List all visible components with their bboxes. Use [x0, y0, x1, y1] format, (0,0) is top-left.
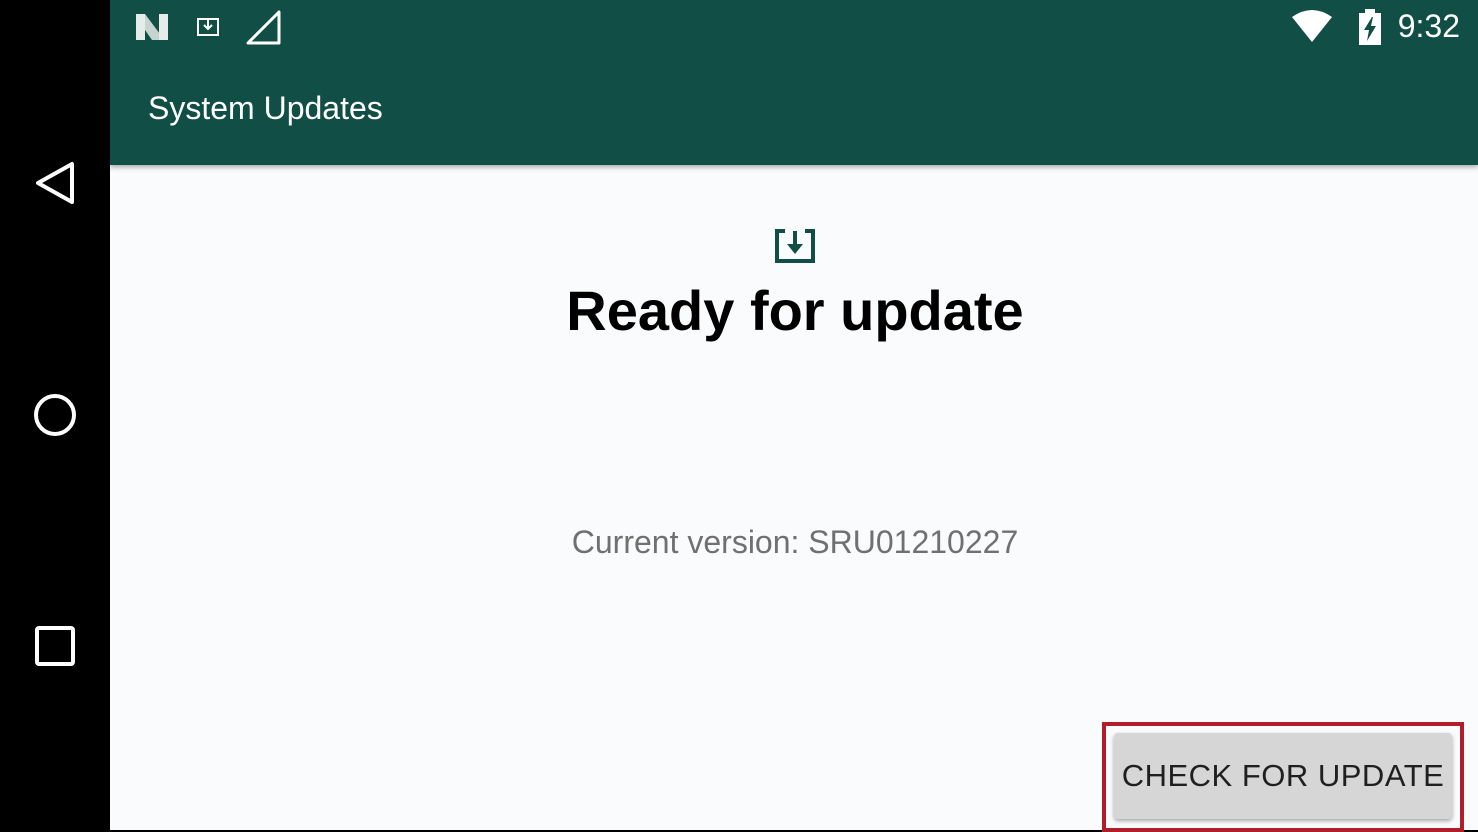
clock: 9:32 — [1397, 8, 1460, 44]
download-notification-icon — [196, 15, 220, 39]
recents-button[interactable] — [0, 601, 110, 691]
page-title: System Updates — [148, 90, 383, 126]
check-for-update-button[interactable]: CHECK FOR UPDATE — [1114, 733, 1452, 819]
update-status-heading: Ready for update — [566, 279, 1024, 342]
battery-charging-icon — [1357, 8, 1383, 46]
n-logo-icon — [134, 12, 170, 42]
status-bar: 9:32 — [110, 0, 1478, 56]
app-bar: 9:32 System Updates — [110, 0, 1478, 165]
screen: 9:32 System Updates Ready for update Cur… — [110, 0, 1478, 832]
current-version-text: Current version: SRU01210227 — [571, 524, 1019, 560]
home-icon — [34, 394, 76, 436]
home-button[interactable] — [0, 370, 110, 460]
back-icon — [36, 162, 74, 204]
wifi-icon — [1290, 9, 1334, 43]
navigation-bar — [0, 0, 110, 830]
signal-icon — [246, 10, 282, 46]
recents-icon — [35, 626, 75, 666]
system-update-icon — [774, 228, 816, 264]
back-button[interactable] — [0, 138, 110, 228]
